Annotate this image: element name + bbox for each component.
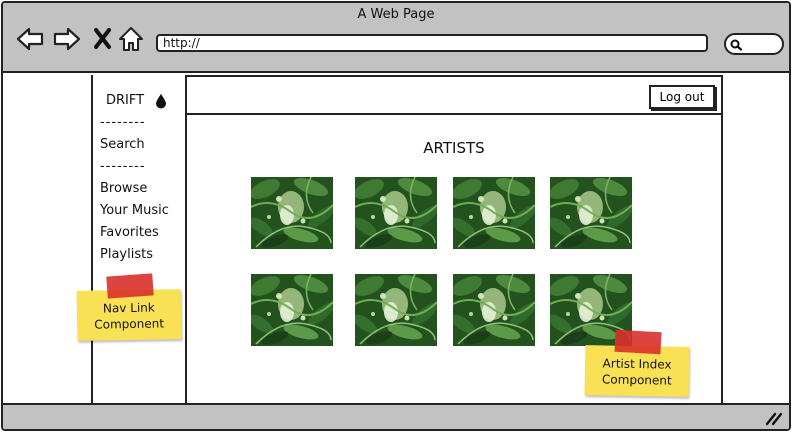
page-title: ARTISTS (423, 139, 485, 157)
sidebar-item-your-music[interactable]: Your Music (100, 203, 169, 218)
sidebar-item-playlists[interactable]: Playlists (100, 247, 153, 262)
artist-thumbnail[interactable] (453, 177, 535, 249)
sidebar-divider: -------- (100, 115, 146, 130)
browser-window: A Web Page http:// DRIFT -------- Search (1, 1, 791, 431)
artist-thumbnail[interactable] (355, 177, 437, 249)
artist-thumbnail[interactable] (355, 274, 437, 346)
window-title: A Web Page (357, 7, 435, 22)
artist-thumbnail[interactable] (453, 274, 535, 346)
sticky-note-line: Artist Index (602, 356, 672, 372)
sidebar-item-favorites[interactable]: Favorites (100, 225, 159, 240)
status-bar (3, 403, 789, 429)
home-icon[interactable] (117, 25, 147, 53)
logout-button[interactable]: Log out (649, 85, 715, 109)
brand-logo-text[interactable]: DRIFT (106, 93, 144, 108)
sticky-note-line: Nav Link (102, 300, 155, 316)
drop-icon (156, 94, 166, 109)
resize-grip-icon[interactable] (765, 410, 783, 426)
tape-strip (106, 273, 154, 299)
sticky-note-line: Component (94, 316, 165, 332)
forward-arrow-icon[interactable] (52, 25, 82, 53)
sidebar: DRIFT -------- Search -------- Browse Yo… (91, 75, 187, 407)
artist-thumbnail[interactable] (251, 177, 333, 249)
artist-thumbnail[interactable] (251, 274, 333, 346)
top-bar: Log out (187, 75, 721, 115)
url-field[interactable]: http:// (156, 34, 708, 52)
browser-search-box[interactable] (724, 33, 784, 55)
artist-thumbnail[interactable] (550, 177, 632, 249)
sidebar-divider: -------- (100, 159, 146, 174)
browser-toolbar: A Web Page http:// (3, 3, 789, 73)
sidebar-item-search[interactable]: Search (100, 137, 145, 152)
tape-strip (614, 329, 662, 355)
sidebar-item-browse[interactable]: Browse (100, 181, 147, 196)
back-arrow-icon[interactable] (15, 25, 45, 53)
sticky-note-line: Component (601, 372, 672, 388)
search-icon (730, 39, 743, 51)
